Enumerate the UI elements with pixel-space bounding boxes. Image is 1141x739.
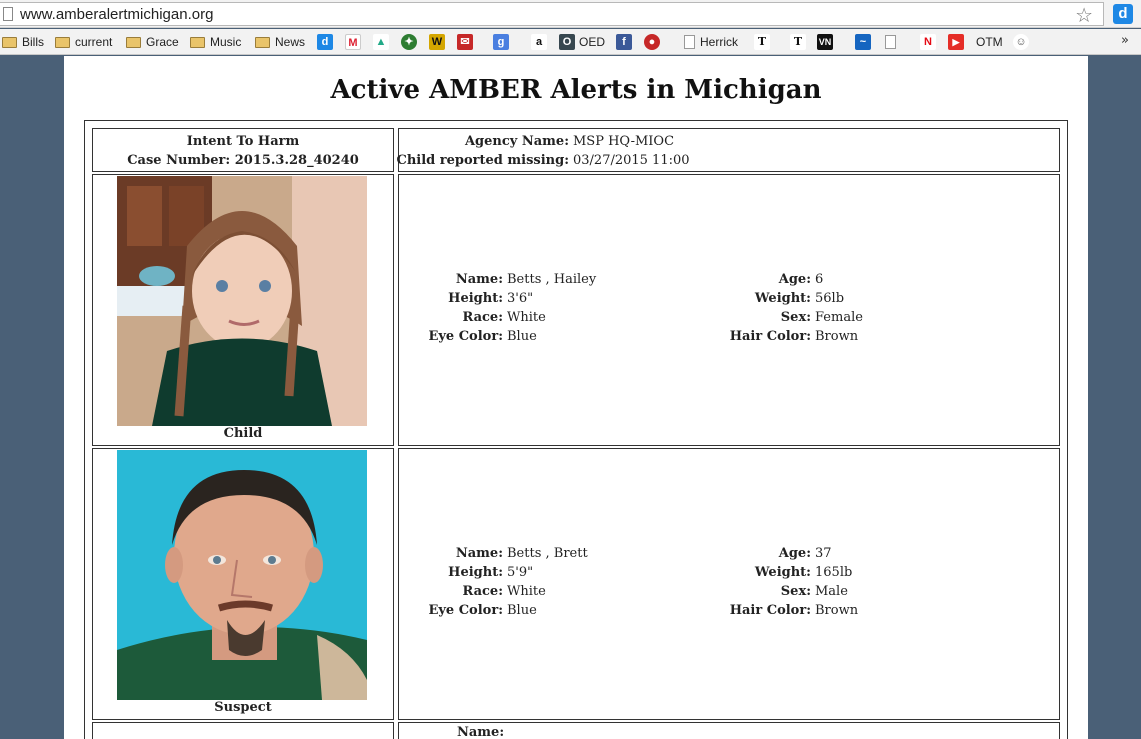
page-icon (885, 35, 896, 49)
bookmark-w-icon[interactable]: W (429, 33, 445, 51)
partial-left-cell (92, 722, 394, 739)
suspect-weight: 165lb (815, 565, 853, 580)
folder-icon (2, 36, 17, 48)
partial-name-label: Name: (457, 725, 505, 739)
folder-icon (55, 36, 70, 48)
bookmark-folder-current[interactable]: current (55, 33, 112, 51)
child-height: 3'6" (507, 291, 534, 306)
child-age: 6 (815, 272, 824, 287)
bookmark-star-icon[interactable]: ☆ (1075, 3, 1093, 27)
suspect-age-label: Age: (778, 546, 811, 561)
agency-label: Agency Name: (464, 134, 569, 149)
suspect-photo-cell: Suspect (92, 448, 394, 720)
suspect-sex-label: Sex: (780, 584, 811, 599)
suspect-race-label: Race: (462, 584, 503, 599)
page-title: Active AMBER Alerts in Michigan (330, 75, 822, 105)
bookmark-folder-news[interactable]: News (255, 33, 305, 51)
suspect-hair-label: Hair Color: (729, 603, 811, 618)
address-bar: www.amberalertmichigan.org ☆ d (0, 0, 1141, 28)
child-weight: 56lb (815, 291, 845, 306)
bookmark-amazon-icon[interactable]: a (531, 33, 547, 51)
child-height-label: Height: (448, 291, 503, 306)
bookmark-facebook-icon[interactable]: f (616, 33, 632, 51)
child-name-label: Name: (455, 272, 503, 287)
suspect-eye-color: Blue (507, 603, 537, 618)
suspect-caption: Suspect (214, 700, 272, 715)
suspect-info-cell: Name: Betts , Brett Age: 37 Height: 5'9" Weig… (398, 448, 1060, 720)
suspect-photo[interactable] (117, 450, 367, 700)
child-sex: Female (815, 310, 863, 325)
child-sex-label: Sex: (780, 310, 811, 325)
suspect-height: 5'9" (507, 565, 534, 580)
folder-icon (126, 36, 141, 48)
child-eye-color: Blue (507, 329, 537, 344)
child-eye-label: Eye Color: (428, 329, 503, 344)
bookmark-otm[interactable]: OTM (976, 33, 1003, 51)
child-photo[interactable] (117, 176, 367, 426)
suspect-eye-label: Eye Color: (428, 603, 503, 618)
bookmark-d-icon[interactable]: d (317, 33, 333, 51)
bookmark-green-icon[interactable]: ✦ (401, 33, 417, 51)
alert-type: Intent To Harm (186, 134, 300, 149)
suspect-hair-color: Brown (815, 603, 859, 618)
suspect-race: White (507, 584, 546, 599)
child-race-label: Race: (462, 310, 503, 325)
bookmark-google-icon[interactable]: g (493, 33, 509, 51)
bookmark-vn-icon[interactable]: VN (817, 33, 833, 51)
page-icon (3, 7, 13, 21)
bookmark-red-icon[interactable]: ✉ (457, 33, 473, 51)
bookmark-reddit-icon[interactable]: ☺ (1013, 33, 1029, 51)
child-weight-label: Weight: (754, 291, 811, 306)
bookmark-folder-bills[interactable]: Bills (2, 33, 44, 51)
suspect-name: Betts , Brett (507, 546, 588, 561)
bookmark-gmail-icon[interactable]: M (345, 33, 361, 51)
bookmark-nyt2-icon[interactable]: T (790, 33, 806, 51)
alert-type-cell: Intent To Harm Case Number: 2015.3.28_40… (92, 128, 394, 172)
bookmark-netflix-icon[interactable]: N (920, 33, 936, 51)
child-race: White (507, 310, 546, 325)
url-field[interactable]: www.amberalertmichigan.org ☆ (0, 2, 1104, 27)
partial-right-cell: Name: (398, 722, 1060, 739)
bookmark-page-icon[interactable] (885, 33, 901, 51)
agency-row: Agency Name: MSP HQ-MIOC (399, 132, 1059, 151)
url-text[interactable]: www.amberalertmichigan.org (20, 6, 213, 23)
suspect-sex: Male (815, 584, 848, 599)
bookmark-drive-icon[interactable]: ▲ (373, 33, 389, 51)
bookmarks-overflow-button[interactable]: » (1121, 33, 1129, 48)
folder-icon (190, 36, 205, 48)
folder-icon (255, 36, 270, 48)
child-caption: Child (223, 426, 263, 441)
bookmark-folder-grace[interactable]: Grace (126, 33, 179, 51)
bookmark-target-icon[interactable]: ● (644, 33, 660, 51)
bookmark-nyt-icon[interactable]: T (754, 33, 770, 51)
suspect-weight-label: Weight: (754, 565, 811, 580)
suspect-age: 37 (815, 546, 832, 561)
bookmark-folder-music[interactable]: Music (190, 33, 241, 51)
child-hair-label: Hair Color: (729, 329, 811, 344)
missing-row: Child reported missing: 03/27/2015 11:00 (396, 151, 1059, 170)
agency-name: MSP HQ-MIOC (573, 134, 675, 149)
child-photo-cell: Child (92, 174, 394, 446)
case-number: 2015.3.28_40240 (234, 153, 359, 168)
child-name: Betts , Hailey (507, 272, 597, 287)
child-info-cell: Name: Betts , Hailey Age: 6 Height: 3'6" Weig… (398, 174, 1060, 446)
missing-label: Child reported missing: (396, 153, 569, 168)
bookmark-herrick[interactable]: Herrick (684, 33, 738, 51)
page-icon (684, 35, 695, 49)
agency-cell: Agency Name: MSP HQ-MIOC Child reported … (396, 128, 1060, 172)
bookmarks-bar: Bills current Grace Music News d M ▲ ✦ W… (0, 29, 1141, 55)
bookmark-youtube-icon[interactable]: ▶ (948, 33, 964, 51)
child-hair-color: Brown (815, 329, 859, 344)
bookmark-chart-icon[interactable]: ~ (855, 33, 871, 51)
suspect-name-label: Name: (455, 546, 503, 561)
bookmark-oed[interactable]: O OED (559, 33, 605, 51)
child-age-label: Age: (778, 272, 811, 287)
missing-datetime: 03/27/2015 11:00 (573, 153, 690, 168)
case-number-line: Case Number: 2015.3.28_40240 (127, 153, 359, 168)
extension-d-icon[interactable]: d (1113, 4, 1133, 24)
suspect-height-label: Height: (448, 565, 503, 580)
